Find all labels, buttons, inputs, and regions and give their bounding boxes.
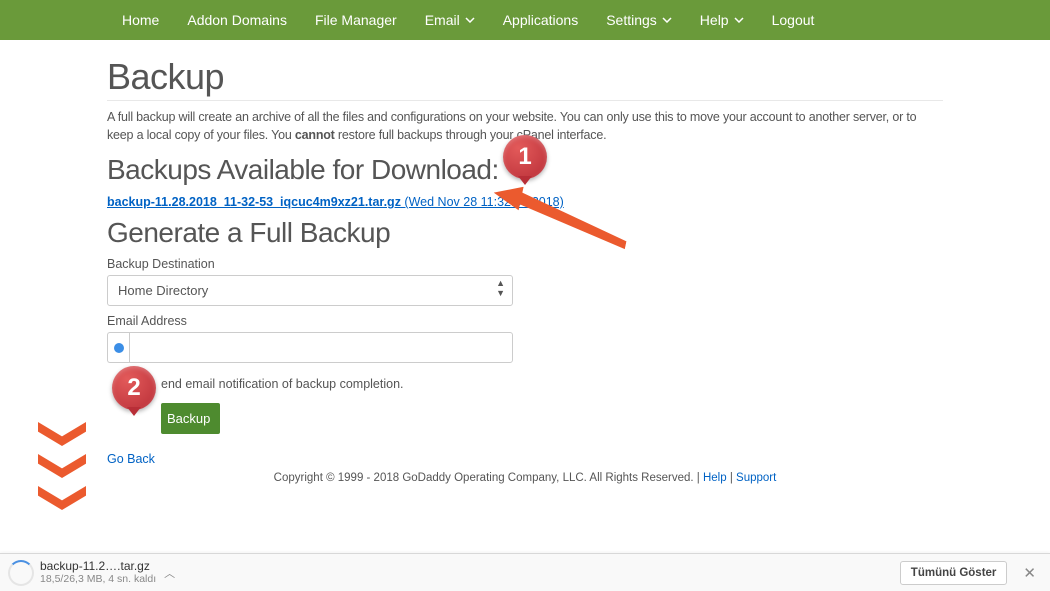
backup-destination-select[interactable]: Home Directory [107,275,513,306]
nav-help-label: Help [700,12,729,28]
nav-logout[interactable]: Logout [758,0,829,40]
nav-file-manager[interactable]: File Manager [301,0,411,40]
nav-settings-label: Settings [606,12,657,28]
desc-post: restore full backups through your cPanel… [335,128,607,142]
download-status: 18,5/26,3 MB, 4 sn. kaldı [40,573,156,585]
main-navbar: Home Addon Domains File Manager Email Ap… [0,0,1050,40]
chevron-down-icon [38,454,86,478]
download-filename: backup-11.2….tar.gz [40,560,156,574]
desc-bold: cannot [295,128,335,142]
annotation-chevrons [38,422,86,518]
nav-settings[interactable]: Settings [592,0,686,40]
footer-copyright: Copyright © 1999 - 2018 GoDaddy Operatin… [274,472,703,484]
footer-support-link[interactable]: Support [736,472,776,484]
footer-sep: | [727,472,736,484]
chevron-down-icon [734,17,744,23]
email-address-input[interactable] [129,332,513,363]
browser-download-bar: backup-11.2….tar.gz 18,5/26,3 MB, 4 sn. … [0,553,1050,591]
annotation-badge-1: 1 [503,135,547,179]
nav-addon-domains[interactable]: Addon Domains [173,0,301,40]
chevron-down-icon [38,422,86,446]
email-notification-text: end email notification of backup complet… [161,377,943,391]
generate-backup-button[interactable]: Backup [161,403,220,434]
nav-help[interactable]: Help [686,0,758,40]
nav-email[interactable]: Email [411,0,489,40]
show-all-downloads-button[interactable]: Tümünü Göster [900,561,1008,585]
backup-destination-label: Backup Destination [107,257,943,271]
go-back-link[interactable]: Go Back [107,452,155,466]
nav-home[interactable]: Home [108,0,173,40]
download-item[interactable]: backup-11.2….tar.gz 18,5/26,3 MB, 4 sn. … [40,560,156,586]
chevron-down-icon [662,17,672,23]
footer-help-link[interactable]: Help [703,472,727,484]
nav-email-label: Email [425,12,460,28]
nav-applications[interactable]: Applications [489,0,593,40]
backup-download-link[interactable]: backup-11.28.2018_11-32-53_iqcuc4m9xz21.… [107,195,401,209]
chevron-down-icon [465,17,475,23]
download-chevron-icon[interactable]: ︿ [164,565,175,581]
page-title: Backup [107,56,943,101]
close-icon[interactable]: ✕ [1017,564,1042,582]
annotation-badge-2: 2 [112,366,156,410]
email-radio-selected[interactable] [107,332,129,363]
download-spinner-icon [8,560,34,586]
footer: Copyright © 1999 - 2018 GoDaddy Operatin… [107,472,943,484]
chevron-down-icon [38,486,86,510]
radio-dot-icon [114,343,124,353]
email-address-label: Email Address [107,314,943,328]
